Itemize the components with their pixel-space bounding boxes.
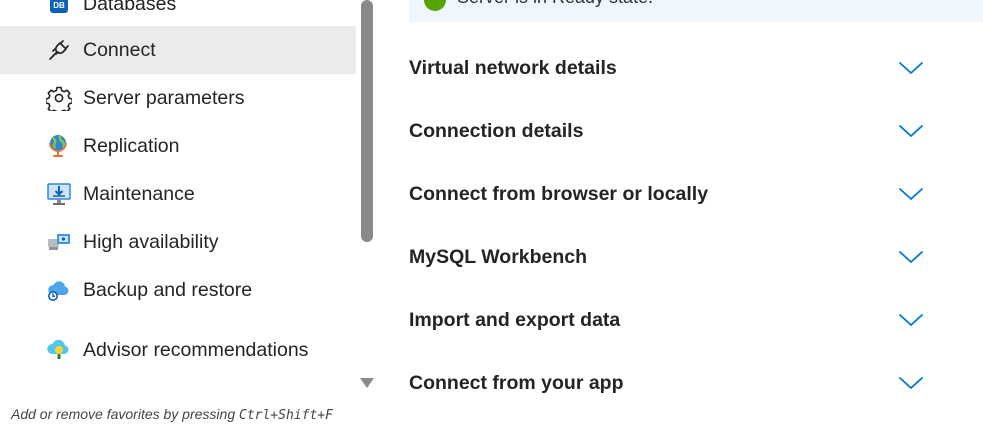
- sidebar-item-high-availability[interactable]: High availability: [0, 218, 356, 266]
- sidebar-item-label: Maintenance: [83, 182, 195, 205]
- section-title: Connection details: [409, 119, 584, 142]
- sidebar-item-label: Server parameters: [83, 86, 245, 109]
- section-connect-from-app[interactable]: Connect from your app: [409, 359, 929, 407]
- scroll-down-arrow-icon[interactable]: [360, 378, 374, 388]
- section-connection-details[interactable]: Connection details: [409, 107, 929, 155]
- chevron-down-icon[interactable]: [898, 123, 924, 139]
- section-virtual-network-details[interactable]: Virtual network details: [409, 44, 929, 92]
- cloud-lightbulb-icon: [45, 336, 73, 364]
- plug-icon: [45, 36, 73, 64]
- monitor-download-icon: [45, 180, 73, 208]
- status-text: Server is in Ready state.: [457, 0, 653, 8]
- section-title: Import and export data: [409, 308, 621, 331]
- sidebar-item-label: Connect: [83, 38, 156, 61]
- sidebar-item-label: High availability: [83, 230, 219, 253]
- chevron-down-icon[interactable]: [898, 249, 924, 265]
- section-title: Connect from browser or locally: [409, 182, 709, 205]
- servers-icon: [45, 228, 73, 256]
- sidebar-item-label: Backup and restore: [83, 278, 253, 301]
- sidebar-item-server-parameters[interactable]: Server parameters: [0, 74, 356, 122]
- sidebar-scrollbar-thumb[interactable]: [361, 0, 373, 242]
- gear-icon: [45, 84, 73, 112]
- section-title: Virtual network details: [409, 56, 617, 79]
- section-mysql-workbench[interactable]: MySQL Workbench: [409, 233, 929, 281]
- sidebar-item-backup-restore[interactable]: Backup and restore: [0, 266, 356, 314]
- chevron-down-icon[interactable]: [898, 60, 924, 76]
- cloud-backup-icon: [45, 276, 73, 304]
- sidebar-item-advisor-recommendations[interactable]: Advisor recommendations: [0, 322, 356, 378]
- database-icon: DB: [45, 0, 73, 18]
- svg-text:DB: DB: [53, 1, 65, 10]
- globe-icon: [45, 132, 73, 160]
- chevron-down-icon[interactable]: [898, 312, 924, 328]
- status-banner: Server is in Ready state.: [409, 0, 983, 22]
- chevron-down-icon[interactable]: [898, 375, 924, 391]
- success-check-icon: [424, 0, 446, 11]
- main-content: Server is in Ready state. Virtual networ…: [378, 0, 983, 430]
- sidebar-item-connect[interactable]: Connect: [0, 26, 356, 74]
- favorites-hint-shortcut: Ctrl+Shift+F: [239, 408, 333, 423]
- favorites-hint-text: Add or remove favorites by pressing: [11, 406, 239, 422]
- sidebar-item-replication[interactable]: Replication: [0, 122, 356, 170]
- section-title: MySQL Workbench: [409, 245, 588, 268]
- sidebar-item-label: Replication: [83, 134, 180, 157]
- favorites-hint: Add or remove favorites by pressing Ctrl…: [11, 406, 333, 423]
- chevron-down-icon[interactable]: [898, 186, 924, 202]
- section-import-export-data[interactable]: Import and export data: [409, 296, 929, 344]
- sidebar-item-label: Advisor recommendations: [83, 339, 309, 361]
- sidebar-nav: DB Databases Connect Server parameters R…: [0, 0, 378, 400]
- section-title: Connect from your app: [409, 371, 624, 394]
- section-connect-from-browser[interactable]: Connect from browser or locally: [409, 170, 929, 218]
- sidebar-item-databases[interactable]: DB Databases: [0, 0, 356, 28]
- sidebar-item-label: Databases: [83, 0, 177, 15]
- sidebar-item-maintenance[interactable]: Maintenance: [0, 170, 356, 218]
